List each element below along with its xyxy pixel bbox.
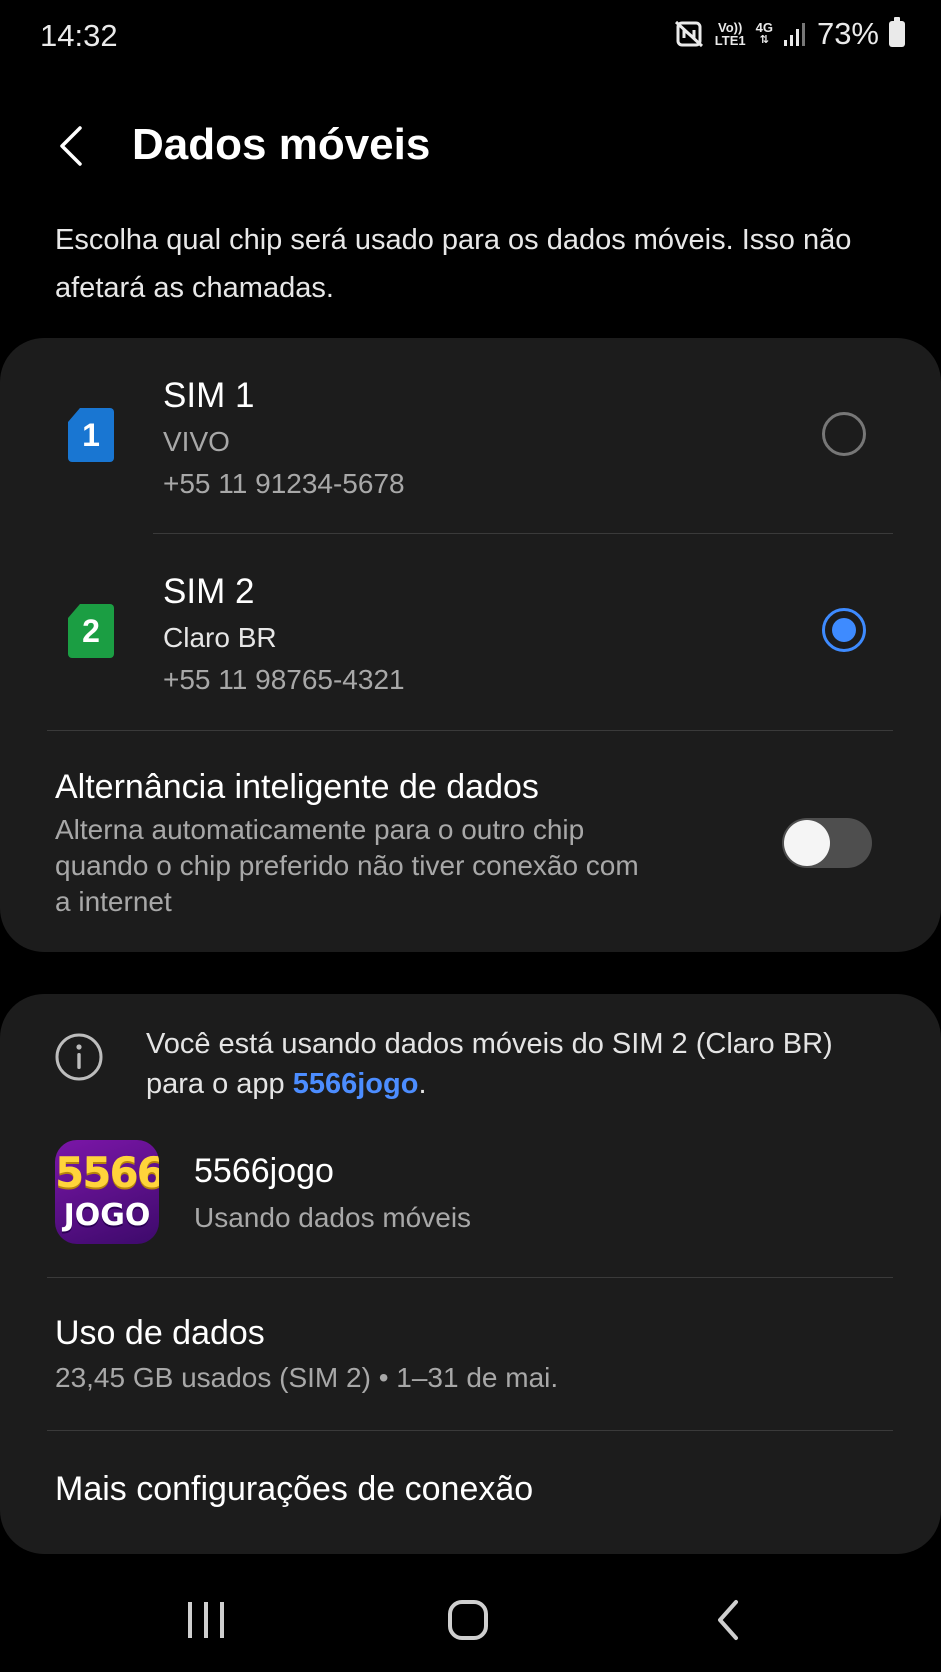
smart-switch-toggle[interactable] (782, 818, 872, 868)
sim2-carrier: Claro BR (163, 622, 277, 653)
info-message: Você está usando dados móveis do SIM 2 (… (146, 1024, 886, 1104)
app-name: 5566jogo (194, 1152, 334, 1190)
divider (47, 730, 893, 731)
nav-back-button[interactable] (690, 1588, 770, 1652)
sim2-badge-icon: 2 (68, 604, 114, 658)
recent-apps-icon (188, 1602, 224, 1638)
home-button[interactable] (428, 1588, 508, 1652)
toggle-knob (784, 820, 830, 866)
navigation-bar (0, 1580, 941, 1672)
sim2-name: SIM 2 (163, 572, 255, 611)
header: Dados móveis (0, 100, 941, 190)
sim2-number: +55 11 98765-4321 (163, 664, 405, 695)
nfc-icon (674, 20, 703, 48)
app-logo-bottom-text: JOGO (63, 1198, 151, 1233)
info-text-before: Você está usando dados móveis do SIM 2 (… (146, 1028, 833, 1100)
page-description: Escolha qual chip será usado para os dad… (55, 224, 852, 304)
volte-bottom-label: LTE1 (714, 33, 746, 48)
status-icons: Vo)) LTE1 4G ⇅ 73% (673, 16, 905, 52)
network-type-label: 4G (755, 20, 773, 35)
info-app-link[interactable]: 5566jogo (293, 1068, 419, 1100)
sim2-radio[interactable] (822, 608, 866, 652)
volte-icon: Vo)) LTE1 (715, 21, 746, 47)
app-status: Usando dados móveis (194, 1202, 472, 1233)
battery-icon (889, 17, 905, 47)
smart-switch-description: Alterna automaticamente para o outro chi… (55, 814, 639, 917)
divider (47, 1277, 893, 1278)
sim1-radio[interactable] (822, 412, 866, 456)
sim1-carrier: VIVO (163, 426, 230, 457)
data-usage-subtitle: 23,45 GB usados (SIM 2) • 1–31 de mai. (55, 1362, 559, 1393)
battery-percent: 73% (816, 16, 879, 51)
sim1-name: SIM 1 (163, 376, 255, 415)
home-icon (448, 1600, 488, 1640)
page-title: Dados móveis (132, 120, 431, 169)
status-bar: 14:32 Vo)) LTE1 4G ⇅ 73% (0, 0, 941, 76)
sim-option-sim2[interactable]: 2 SIM 2 Claro BR +55 11 98765-4321 (0, 534, 941, 730)
sim-option-sim1[interactable]: 1 SIM 1 VIVO +55 11 91234-5678 (0, 338, 941, 534)
recent-apps-button[interactable] (166, 1588, 246, 1652)
info-icon (55, 1033, 103, 1081)
smart-switch-title: Alternância inteligente de dados (55, 768, 539, 806)
signal-icon (783, 23, 805, 46)
info-text-after: . (418, 1068, 427, 1100)
app-logo: 5566 JOGO (55, 1140, 159, 1244)
divider (47, 1430, 893, 1431)
data-usage-title: Uso de dados (55, 1314, 265, 1352)
chevron-left-icon (60, 126, 82, 166)
back-button[interactable] (48, 120, 100, 172)
back-icon (718, 1600, 738, 1640)
status-time: 14:32 (40, 18, 118, 53)
4g-data-icon: 4G ⇅ (755, 20, 773, 46)
sim1-badge-icon: 1 (68, 408, 114, 462)
sim1-number: +55 11 91234-5678 (163, 468, 405, 499)
app-logo-top-text: 5566 (55, 1148, 159, 1197)
more-connection-settings[interactable]: Mais configurações de conexão (55, 1470, 533, 1509)
